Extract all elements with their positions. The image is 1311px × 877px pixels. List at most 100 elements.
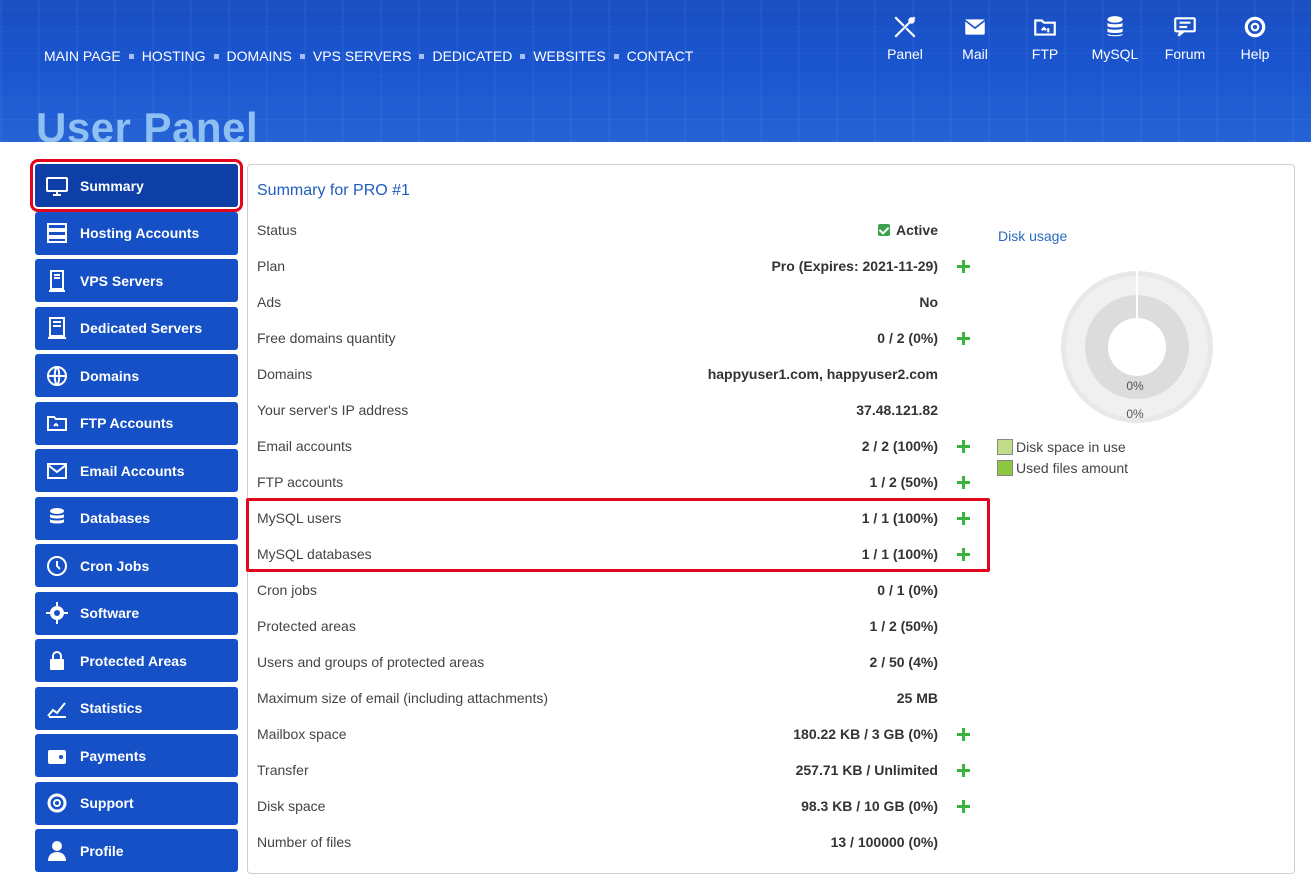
sidebar-item-email-accounts[interactable]: Email Accounts — [35, 449, 238, 492]
legend-label: Used files amount — [1016, 459, 1129, 476]
table-row: Status Active — [248, 212, 978, 248]
add-plus-icon[interactable] — [957, 763, 970, 777]
nav-vps-servers[interactable]: VPS SERVERS — [313, 48, 412, 64]
nav-separator — [419, 53, 425, 59]
sidebar-item-statistics[interactable]: Statistics — [35, 686, 238, 730]
wallet-icon — [48, 749, 66, 764]
lifebuoy-icon — [47, 793, 67, 813]
legend-label: Disk space in use — [1016, 438, 1126, 455]
nav-separator — [520, 53, 526, 59]
row-label: Status — [257, 222, 297, 238]
panel-link[interactable]: Panel — [870, 14, 940, 62]
sidebar-item-hosting-accounts[interactable]: Hosting Accounts — [35, 211, 238, 255]
row-value: Pro (Expires: 2021-11-29) — [771, 258, 938, 274]
nav-main-page[interactable]: MAIN PAGE — [44, 48, 121, 64]
summary-panel: Summary for PRO #1 Status Active Plan Pro (… — [247, 164, 1295, 874]
donut-outer-label: 0% — [1126, 407, 1144, 421]
row-value-text: No — [919, 294, 938, 310]
help-link-label: Help — [1240, 46, 1270, 62]
row-value: Active — [877, 222, 938, 238]
add-plus-icon[interactable] — [957, 511, 970, 525]
quick-links: Panel Mail FTP MySQL Forum Help — [870, 14, 1290, 62]
row-value: happyuser1.com, happyuser2.com — [708, 366, 938, 382]
row-value: 1 / 1 (100%) — [862, 546, 938, 562]
disk-usage-donut: 0% 0% — [1061, 267, 1213, 423]
row-label: Number of files — [257, 834, 352, 850]
row-value: 1 / 2 (50%) — [870, 474, 938, 490]
donut-inner-label: 0% — [1126, 379, 1144, 393]
ftp-link-label: FTP — [1031, 46, 1059, 62]
lifebuoy-icon — [1244, 16, 1266, 38]
legend-swatch — [997, 459, 1013, 476]
table-row: Mailbox space 180.22 KB / 3 GB (0%) — [248, 716, 978, 752]
row-value: 13 / 100000 (0%) — [831, 834, 938, 850]
legend-item: Disk space in use — [997, 436, 1128, 457]
sidebar-item-summary[interactable]: Summary — [30, 159, 243, 212]
add-plus-icon[interactable] — [957, 547, 970, 561]
sidebar-item-label: Hosting Accounts — [80, 225, 200, 241]
table-row: Number of files 13 / 100000 (0%) — [248, 824, 978, 860]
sidebar-item-label: Support — [80, 795, 134, 811]
disk-usage-legend: Disk space in use Used files amount — [997, 436, 1128, 478]
clock-icon — [47, 555, 67, 576]
sidebar-item-profile[interactable]: Profile — [35, 829, 238, 872]
sidebar-item-software[interactable]: Software — [35, 591, 238, 635]
row-value-text: 1 / 1 (100%) — [861, 510, 938, 526]
mail-icon — [47, 462, 67, 479]
monitor-icon — [46, 176, 68, 196]
mysql-link-label: MySQL — [1091, 46, 1139, 62]
add-plus-icon[interactable] — [957, 727, 970, 741]
add-plus-icon[interactable] — [957, 259, 970, 273]
row-value-text: 2 / 2 (100%) — [861, 438, 938, 454]
add-plus-icon[interactable] — [957, 799, 970, 813]
chart-icon — [47, 702, 66, 718]
add-plus-icon[interactable] — [957, 331, 970, 345]
page-title: User Panel — [36, 104, 259, 142]
sidebar-item-label: Dedicated Servers — [80, 320, 203, 336]
sidebar-item-dedicated-servers[interactable]: Dedicated Servers — [35, 306, 238, 350]
ftp-link[interactable]: FTP — [1010, 14, 1080, 62]
globe-icon — [47, 365, 67, 386]
sidebar-item-protected-areas[interactable]: Protected Areas — [35, 639, 238, 682]
nav-hosting[interactable]: HOSTING — [142, 48, 206, 64]
sidebar-item-support[interactable]: Support — [35, 781, 238, 825]
nav-contact[interactable]: CONTACT — [627, 48, 694, 64]
row-value-text: 13 / 100000 (0%) — [830, 834, 938, 850]
table-row: Maximum size of email (including attachm… — [248, 680, 978, 716]
sidebar-item-payments[interactable]: Payments — [35, 734, 238, 777]
row-label: Cron jobs — [257, 582, 317, 598]
row-value-text: 0 / 1 (0%) — [877, 582, 938, 598]
mail-link[interactable]: Mail — [940, 14, 1010, 62]
row-value-text: 1 / 2 (50%) — [869, 474, 938, 490]
mysql-link[interactable]: MySQL — [1080, 14, 1150, 62]
table-row: FTP accounts 1 / 2 (50%) — [248, 464, 978, 500]
sidebar-item-cron-jobs[interactable]: Cron Jobs — [35, 544, 238, 587]
sidebar-item-domains[interactable]: Domains — [35, 354, 238, 397]
nav-websites[interactable]: WEBSITES — [533, 48, 605, 64]
legend-item: Used files amount — [997, 457, 1128, 478]
row-value-text: 1 / 1 (100%) — [861, 546, 938, 562]
nav-separator — [613, 53, 619, 59]
nav-domains[interactable]: DOMAINS — [227, 48, 292, 64]
nav-separator — [128, 53, 134, 59]
nav-dedicated[interactable]: DEDICATED — [432, 48, 512, 64]
row-value-text: happyuser1.com, happyuser2.com — [707, 366, 938, 382]
sidebar-item-vps-servers[interactable]: VPS Servers — [35, 259, 238, 302]
row-label: Disk space — [257, 798, 326, 814]
sidebar-item-ftp-accounts[interactable]: FTP Accounts — [35, 401, 238, 445]
sidebar-item-label: FTP Accounts — [80, 415, 174, 431]
row-value: 2 / 2 (100%) — [862, 438, 938, 454]
tools-icon — [894, 16, 916, 38]
panel-link-label: Panel — [887, 46, 923, 62]
help-link[interactable]: Help — [1220, 14, 1290, 62]
forum-link[interactable]: Forum — [1150, 14, 1220, 62]
vps-icon — [49, 269, 65, 292]
nav-separator — [213, 53, 219, 59]
add-plus-icon[interactable] — [957, 439, 970, 453]
add-plus-icon[interactable] — [957, 475, 970, 489]
row-value: 0 / 1 (0%) — [877, 582, 938, 598]
row-label: Users and groups of protected areas — [257, 654, 485, 670]
row-value: 2 / 50 (4%) — [870, 654, 938, 670]
sidebar-item-databases[interactable]: Databases — [35, 496, 238, 540]
sidebar-item-label: Profile — [80, 842, 124, 859]
